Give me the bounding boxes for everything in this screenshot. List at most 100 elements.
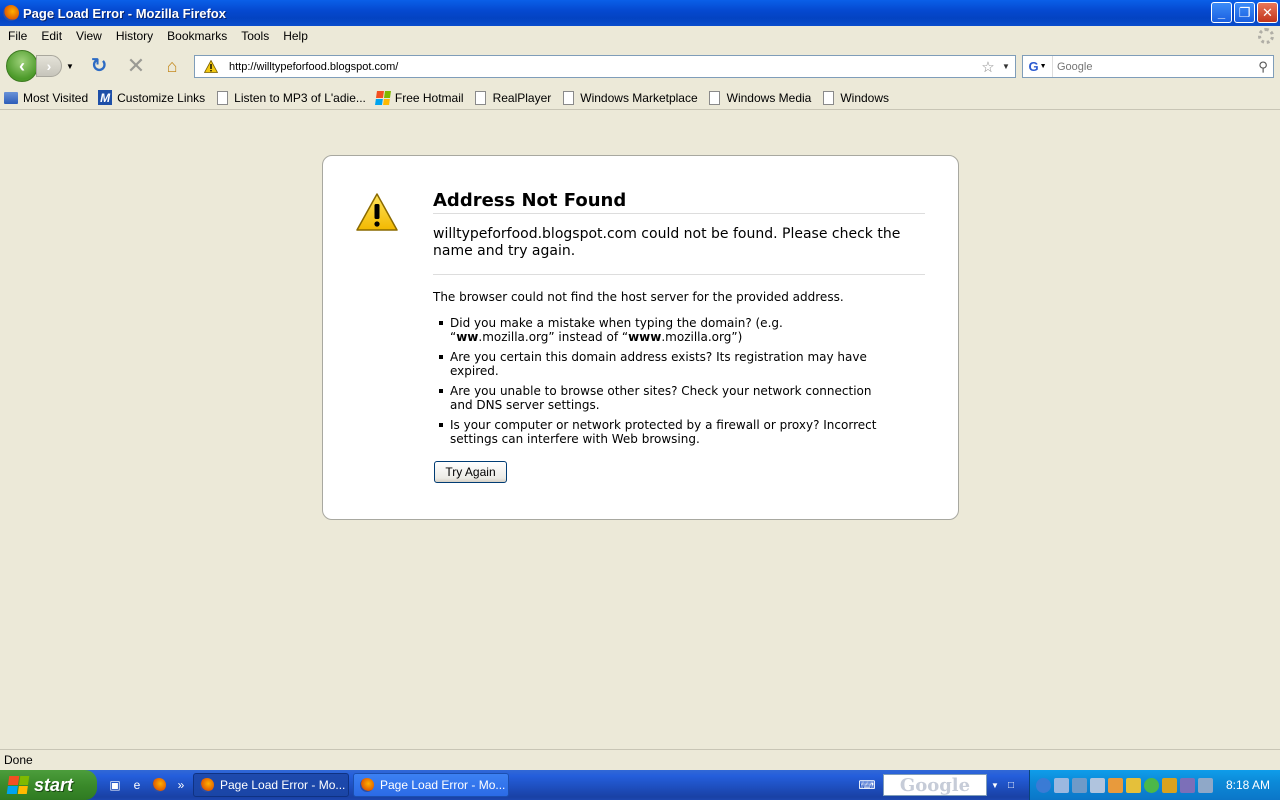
page-icon — [821, 90, 835, 106]
forward-button[interactable]: › — [36, 55, 62, 77]
bookmark-free-hotmail[interactable]: Free Hotmail — [372, 90, 468, 106]
menu-edit[interactable]: Edit — [34, 29, 69, 43]
bookmark-listen-mp3[interactable]: Listen to MP3 of L'adie... — [211, 90, 370, 106]
url-dropdown-icon[interactable]: ▼ — [997, 62, 1015, 71]
tray-app-icon[interactable] — [1179, 777, 1195, 793]
restore-deskbar-icon[interactable]: □ — [1003, 777, 1019, 793]
menu-history[interactable]: History — [109, 29, 160, 43]
close-button[interactable]: ✕ — [1257, 2, 1278, 23]
firefox-icon — [3, 5, 19, 21]
bookmark-windows-media[interactable]: Windows Media — [704, 90, 816, 106]
search-input[interactable] — [1053, 60, 1253, 73]
list-item: Did you make a mistake when typing the d… — [439, 316, 879, 344]
google-icon: G — [1028, 59, 1039, 74]
back-button[interactable]: ‹ — [6, 50, 38, 82]
network-icon[interactable] — [1089, 777, 1105, 793]
page-content: Address Not Found willtypeforfood.blogsp… — [0, 111, 1280, 749]
bookmark-customize-links[interactable]: M Customize Links — [94, 90, 209, 106]
tray-app-icon[interactable] — [1107, 777, 1123, 793]
tray-app-icon[interactable] — [1071, 777, 1087, 793]
bookmark-label: Most Visited — [23, 90, 89, 105]
window-title: Page Load Error - Mozilla Firefox — [23, 5, 226, 21]
list-item: Are you unable to browse other sites? Ch… — [439, 384, 879, 412]
title-bar[interactable]: Page Load Error - Mozilla Firefox _ ❐ ✕ — [0, 0, 1280, 26]
search-engine-button[interactable]: G ▼ — [1023, 56, 1053, 77]
page-icon — [708, 90, 722, 106]
taskbar-item[interactable]: Page Load Error - Mo... — [193, 773, 349, 797]
chevron-down-icon[interactable]: ▼ — [987, 777, 1003, 793]
page-icon — [474, 90, 488, 106]
firefox-icon — [200, 778, 214, 792]
keyboard-icon[interactable]: ⌨ — [858, 777, 875, 793]
reload-button[interactable]: ↻ — [88, 56, 110, 78]
security-check-icon[interactable] — [1143, 777, 1159, 793]
chevron-right-icon[interactable]: » — [173, 777, 189, 793]
url-bar[interactable]: http://willtypeforfood.blogspot.com/ ☆ ▼ — [194, 55, 1016, 78]
error-page-container: Address Not Found willtypeforfood.blogsp… — [322, 155, 959, 520]
shield-icon[interactable] — [1161, 777, 1177, 793]
start-label: start — [34, 774, 74, 795]
google-toolbar-label: Google — [899, 774, 971, 796]
volume-icon[interactable] — [1197, 777, 1213, 793]
most-visited-icon — [4, 90, 18, 106]
taskbar-item[interactable]: Page Load Error - Mo... — [353, 773, 509, 797]
history-dropdown[interactable]: ▼ — [64, 58, 76, 74]
windows-flag-icon — [6, 776, 30, 794]
firefox-icon[interactable] — [151, 777, 167, 793]
bookmark-label: RealPlayer — [492, 90, 552, 105]
bookmark-label: Windows Marketplace — [580, 90, 698, 105]
error-suggestion-list: Did you make a mistake when typing the d… — [433, 316, 925, 446]
home-button[interactable]: ⌂ — [161, 56, 183, 78]
bookmark-realplayer[interactable]: RealPlayer — [470, 90, 556, 106]
error-title: Address Not Found — [433, 190, 925, 214]
chevron-down-icon: ▼ — [1039, 63, 1047, 70]
error-intro: The browser could not find the host serv… — [433, 290, 844, 304]
restore-button[interactable]: ❐ — [1234, 2, 1255, 23]
magnifier-icon[interactable]: ⚲ — [1253, 59, 1273, 75]
arrow-right-icon: › — [46, 58, 52, 74]
stop-icon: ✕ — [126, 53, 146, 78]
tray-area: ⌨ Google ▼ □ 8:18 AM — [858, 770, 1280, 800]
warning-icon — [201, 57, 221, 77]
try-again-button[interactable]: Try Again — [434, 461, 507, 483]
menu-bookmarks[interactable]: Bookmarks — [160, 29, 234, 43]
bookmark-windows-marketplace[interactable]: Windows Marketplace — [557, 90, 701, 106]
home-icon: ⌂ — [166, 56, 178, 76]
navigation-toolbar: ‹ › ▼ ↻ ✕ ⌂ http://willtypeforfood.blogs… — [0, 46, 1280, 86]
bookmark-label: Customize Links — [117, 90, 206, 105]
bookmark-label: Windows — [840, 90, 890, 105]
menu-file[interactable]: File — [0, 29, 34, 43]
star-icon[interactable]: ☆ — [979, 58, 997, 76]
desktop-icon[interactable]: ▣ — [107, 777, 123, 793]
error-short-description: willtypeforfood.blogspot.com could not b… — [433, 226, 925, 275]
menu-help[interactable]: Help — [276, 29, 315, 43]
minimize-button[interactable]: _ — [1211, 2, 1232, 23]
tray-app-icon[interactable] — [1053, 777, 1069, 793]
firefox-icon — [360, 778, 374, 792]
status-text: Done — [4, 752, 33, 767]
clock[interactable]: 8:18 AM — [1226, 778, 1270, 792]
arrow-left-icon: ‹ — [19, 55, 25, 76]
taskbar: start ▣ e » Page Load Error - Mo... Page… — [0, 770, 1280, 800]
search-bar: G ▼ ⚲ — [1022, 55, 1274, 78]
bookmark-most-visited[interactable]: Most Visited — [0, 90, 92, 106]
start-button[interactable]: start — [0, 770, 97, 800]
stop-button[interactable]: ✕ — [125, 53, 147, 78]
chevron-down-icon: ▼ — [66, 61, 74, 71]
window-controls: _ ❐ ✕ — [1211, 2, 1278, 23]
reload-icon: ↻ — [90, 55, 108, 77]
google-toolbar-search[interactable]: Google — [882, 774, 987, 796]
taskbar-item-label: Page Load Error - Mo... — [220, 778, 346, 792]
list-item: Are you certain this domain address exis… — [439, 350, 879, 378]
bookmarks-toolbar: Most Visited M Customize Links Listen to… — [0, 86, 1280, 110]
page-icon — [215, 90, 229, 106]
menu-view[interactable]: View — [69, 29, 109, 43]
menu-tools[interactable]: Tools — [234, 29, 276, 43]
internet-explorer-icon[interactable]: e — [129, 777, 145, 793]
url-text[interactable]: http://willtypeforfood.blogspot.com/ — [229, 61, 979, 73]
throbber-icon — [1258, 28, 1274, 44]
tray-app-icon[interactable] — [1125, 777, 1141, 793]
list-item: Is your computer or network protected by… — [439, 418, 879, 446]
bookmark-windows[interactable]: Windows — [817, 90, 893, 106]
tray-expand-icon[interactable] — [1035, 777, 1051, 793]
